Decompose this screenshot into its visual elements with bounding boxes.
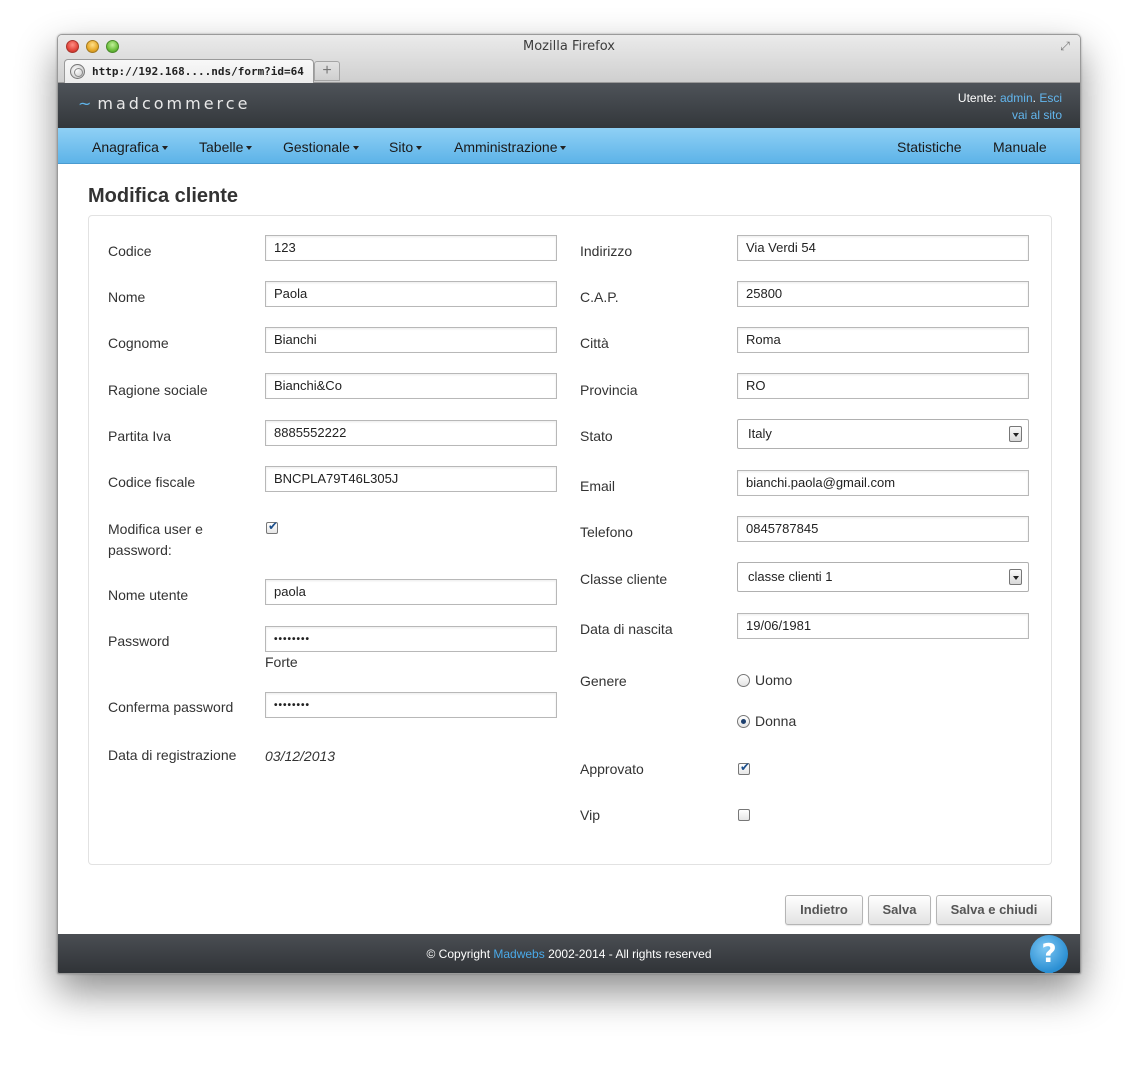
email-label: Email [580,478,616,494]
caret-down-icon [352,146,359,151]
dropdown-arrow-icon [1009,426,1022,442]
classe-cliente-label: Classe cliente [580,571,668,587]
classe-cliente-select[interactable]: classe clienti 1 [737,562,1029,592]
dropdown-arrow-icon [1009,569,1022,585]
data-nascita-input[interactable]: 19/06/1981 [737,613,1029,639]
nav-statistiche[interactable]: Statistiche [897,139,962,155]
footer: © Copyright Madwebs 2002-2014 - All righ… [58,934,1080,973]
provincia-label: Provincia [580,382,638,398]
save-and-close-button[interactable]: Salva e chiudi [936,895,1052,925]
fullscreen-icon[interactable]: ⤢ [1058,39,1072,53]
telefono-input[interactable]: 0845787845 [737,516,1029,542]
citta-input[interactable]: Roma [737,327,1029,353]
stato-label: Stato [580,428,613,444]
modifica-user-checkbox[interactable] [266,519,278,534]
nome-label: Nome [108,289,146,305]
window-title: Mozilla Firefox [523,39,615,54]
data-registrazione-value: 03/12/2013 [265,748,336,764]
indirizzo-label: Indirizzo [580,243,633,259]
app-header: ~ madcommerce Utente: admin. Esci vai al … [58,83,1080,128]
provincia-input[interactable]: RO [737,373,1029,399]
page-title: Modifica cliente [88,185,239,207]
logo-tilde: ~ [78,94,92,113]
email-input[interactable]: bianchi.paola@gmail.com [737,470,1029,496]
cognome-label: Cognome [108,335,169,351]
citta-label: Città [580,335,609,351]
vip-label: Vip [580,807,600,823]
caret-down-icon [246,146,253,151]
codice-input[interactable]: 123 [265,235,557,261]
title-bar: Mozilla Firefox ⤢ http://192.168....nds/… [58,35,1080,83]
vip-checkbox[interactable] [738,809,750,821]
browser-tab[interactable]: http://192.168....nds/form?id=64 [64,59,314,83]
genere-uomo-radio[interactable] [737,674,750,687]
nav-manuale[interactable]: Manuale [993,139,1047,155]
tab-url-label: http://192.168....nds/form?id=64 [92,65,304,78]
go-to-site-link[interactable]: vai al sito [1012,108,1062,122]
cap-input[interactable]: 25800 [737,281,1029,307]
nav-tabelle[interactable]: Tabelle [199,139,253,155]
stato-selected-value: Italy [748,426,772,441]
logo-text: madcommerce [97,94,251,113]
caret-down-icon [416,146,423,151]
nome-utente-label: Nome utente [108,587,189,603]
user-sep: . [1032,91,1036,105]
copyright-suffix: 2002-2014 - All rights reserved [544,947,712,961]
data-nascita-label: Data di nascita [580,621,673,637]
password-strength: Forte [265,654,298,670]
approvato-checkbox[interactable] [738,760,750,775]
stato-select[interactable]: Italy [737,419,1029,449]
codice-fiscale-input[interactable]: BNCPLA79T46L305J [265,466,557,492]
modifica-user-label: Modifica user e password: [108,521,203,558]
classe-cliente-selected-value: classe clienti 1 [748,569,833,584]
conferma-password-input[interactable]: •••••••• [265,692,557,718]
data-registrazione-label: Data di registrazione [108,747,237,763]
caret-down-icon [161,146,168,151]
genere-donna-label[interactable]: Donna [755,711,796,732]
genere-donna-radio[interactable] [737,715,750,728]
nav-sito[interactable]: Sito [389,139,423,155]
genere-label: Genere [580,673,627,689]
user-label: Utente: [957,91,997,105]
partita-iva-label: Partita Iva [108,428,172,444]
copyright-prefix: © Copyright [426,947,494,961]
ragione-sociale-label: Ragione sociale [108,382,208,398]
logout-link[interactable]: Esci [1039,91,1062,105]
main-nav: Anagrafica Tabelle Gestionale Sito Ammin… [58,128,1080,164]
codice-fiscale-label: Codice fiscale [108,474,196,490]
approvato-label: Approvato [580,761,644,777]
help-icon[interactable]: ? [1030,935,1068,973]
partita-iva-input[interactable]: 8885552222 [265,420,557,446]
nav-gestionale[interactable]: Gestionale [283,139,359,155]
new-tab-button[interactable]: + [314,61,340,81]
conferma-password-label: Conferma password [108,699,234,715]
cap-label: C.A.P. [580,289,619,305]
ragione-sociale-input[interactable]: Bianchi&Co [265,373,557,399]
indirizzo-input[interactable]: Via Verdi 54 [737,235,1029,261]
caret-down-icon [560,146,567,151]
genere-uomo-label[interactable]: Uomo [755,670,792,691]
user-info: Utente: admin. Esci vai al sito [958,90,1062,124]
nome-utente-input[interactable]: paola [265,579,557,605]
nav-amministrazione[interactable]: Amministrazione [454,139,567,155]
globe-icon [70,64,85,79]
telefono-label: Telefono [580,524,633,540]
user-name-link[interactable]: admin [1000,91,1033,105]
browser-window: Mozilla Firefox ⤢ http://192.168....nds/… [57,34,1081,974]
save-button[interactable]: Salva [868,895,931,925]
logo[interactable]: ~ madcommerce [78,94,250,113]
madwebs-link[interactable]: Madwebs [493,947,544,961]
back-button[interactable]: Indietro [785,895,863,925]
password-input[interactable]: •••••••• [265,626,557,652]
password-label: Password [108,633,170,649]
customer-form: Codice 123 Nome Paola Cognome Bianchi Ra… [88,215,1052,865]
nav-anagrafica[interactable]: Anagrafica [92,139,168,155]
nome-input[interactable]: Paola [265,281,557,307]
codice-label: Codice [108,243,152,259]
cognome-input[interactable]: Bianchi [265,327,557,353]
